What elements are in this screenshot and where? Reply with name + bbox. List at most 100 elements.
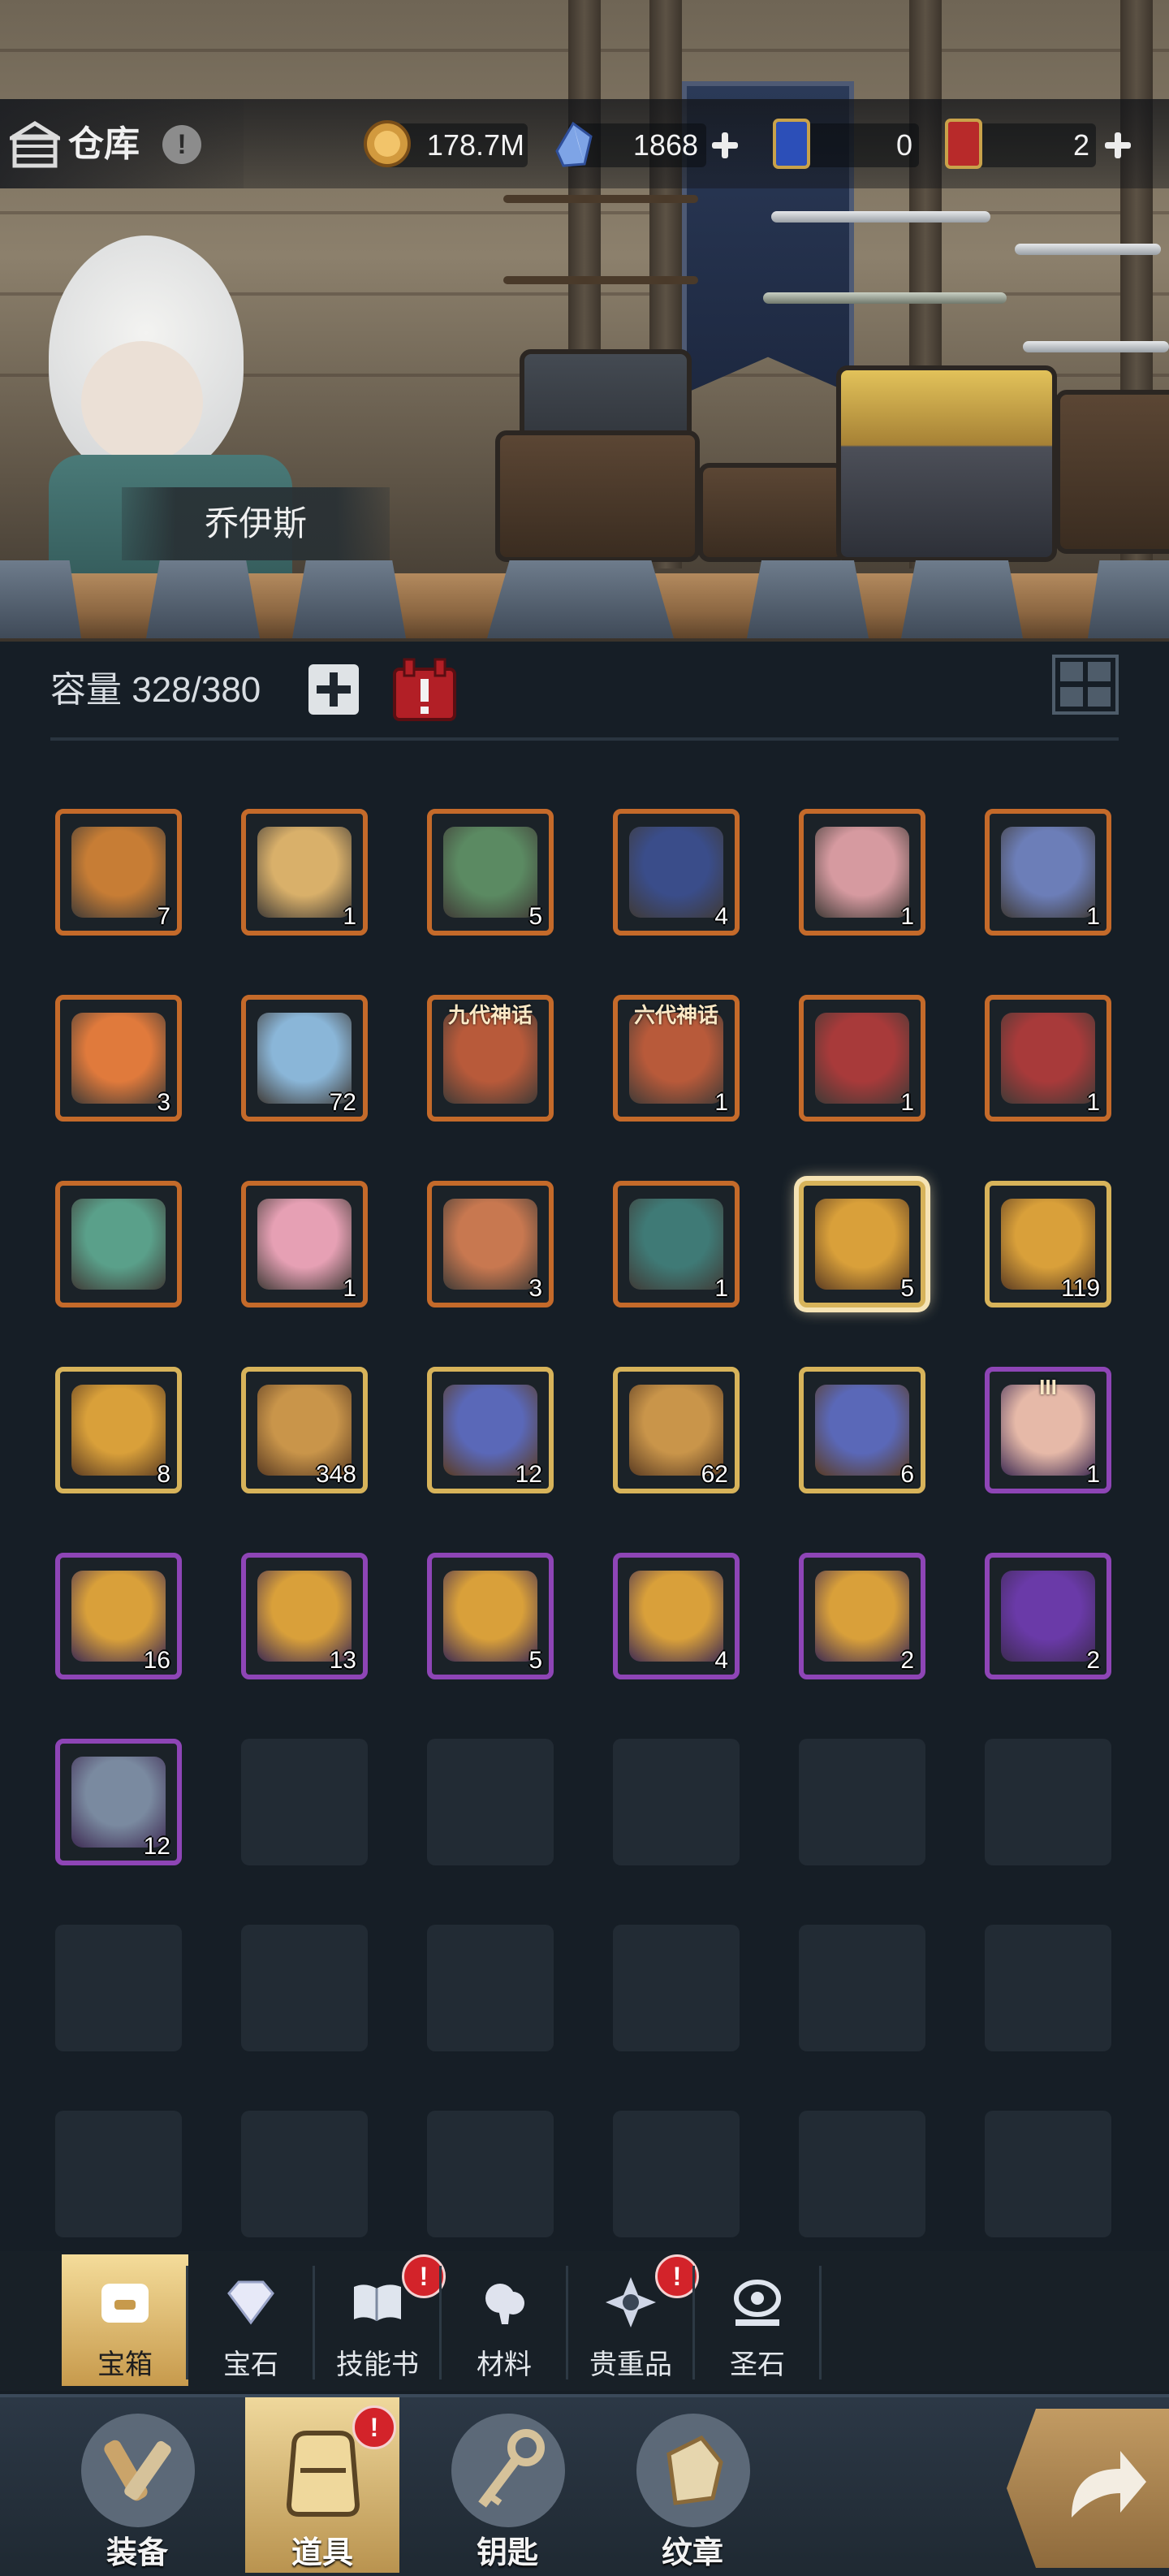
slot-frame	[55, 1925, 182, 2051]
item-count: 1	[343, 903, 356, 930]
item-count: 1	[1086, 1089, 1100, 1116]
slot-frame	[613, 1925, 740, 2051]
inventory-slot[interactable]: 1	[613, 1181, 740, 1307]
grid-view-icon[interactable]	[1052, 655, 1119, 715]
copper-urn-icon	[443, 1199, 537, 1290]
gold-amount: 178.7M	[426, 128, 524, 162]
add-red-ticket-button[interactable]	[1102, 130, 1133, 161]
inventory-slot[interactable]: 119	[985, 1181, 1111, 1307]
purple-crystal-chest-icon	[1001, 1571, 1095, 1662]
inventory-slot[interactable]: 12	[427, 1367, 554, 1493]
tab-material[interactable]: 材料	[441, 2254, 567, 2386]
inventory-slot[interactable]: 16	[55, 1553, 182, 1679]
tab-star-gem[interactable]: 贵重品!	[567, 2254, 699, 2386]
item-count: 4	[714, 1647, 728, 1674]
item-count: 12	[515, 1461, 542, 1488]
inventory-slot[interactable]: 2	[799, 1553, 925, 1679]
info-icon[interactable]: !	[162, 125, 201, 164]
inventory-slot[interactable]	[55, 1181, 182, 1307]
inventory-slot[interactable]: 62	[613, 1367, 740, 1493]
inventory-slot[interactable]: 4	[613, 809, 740, 936]
inventory-slot[interactable]: 1	[241, 1181, 368, 1307]
item-count: 5	[900, 1275, 914, 1302]
nav-label: 钥匙	[476, 2536, 538, 2570]
item-count: 1	[343, 1275, 356, 1302]
inventory-slot[interactable]: 3	[427, 1181, 554, 1307]
item-count: 3	[528, 1275, 542, 1302]
pink-backpack-icon	[257, 1199, 352, 1290]
expand-capacity-button[interactable]	[308, 664, 359, 715]
gold-coin-icon	[364, 120, 411, 167]
item-count: 1	[714, 1275, 728, 1302]
item-label: 六代神话	[633, 1003, 718, 1027]
tab-holy-stone[interactable]: 圣石	[694, 2254, 821, 2386]
nav-key[interactable]: 钥匙	[430, 2397, 584, 2573]
red-chest-b-icon	[1001, 1013, 1095, 1104]
inventory-slot[interactable]: 12	[55, 1739, 182, 1865]
gold-bag-small-icon	[71, 1385, 166, 1476]
moon-chest-icon	[1001, 827, 1095, 918]
slot-frame	[799, 2111, 925, 2237]
chest-icon	[97, 2274, 153, 2331]
inventory-slot[interactable]: 九代神话	[427, 995, 554, 1122]
item-count: 16	[143, 1647, 170, 1674]
bulk-sell-button[interactable]	[388, 656, 461, 723]
item-count: 3	[157, 1089, 170, 1116]
inventory-slot[interactable]: 1	[799, 995, 925, 1122]
item-count: 13	[329, 1647, 356, 1674]
red-ticket-amount: 2	[1072, 128, 1089, 162]
capacity-label: 容量 328/380	[50, 670, 261, 710]
inventory-slot[interactable]: 8	[55, 1367, 182, 1493]
empty-slot	[241, 2111, 368, 2237]
arrow-return-icon	[1072, 2451, 1146, 2518]
inventory-slot[interactable]: 1	[985, 809, 1111, 936]
warehouse-icon	[10, 121, 60, 168]
inventory-slot[interactable]: 5	[799, 1181, 925, 1307]
inventory-slot[interactable]: 348	[241, 1367, 368, 1493]
slot-frame	[241, 1925, 368, 2051]
inventory-slot[interactable]: 7	[55, 809, 182, 936]
tab-chest[interactable]: 宝箱	[62, 2254, 188, 2386]
empty-slot	[427, 1925, 554, 2051]
tab-label: 材料	[477, 2349, 532, 2380]
inventory-slot[interactable]: 6	[799, 1367, 925, 1493]
alert-badge-icon: !	[352, 2405, 396, 2449]
inventory-slot[interactable]: 3	[55, 995, 182, 1122]
inventory-slot[interactable]: III 1	[985, 1367, 1111, 1493]
item-count: 2	[900, 1647, 914, 1674]
item-count: 72	[329, 1089, 356, 1116]
tab-label: 贵重品	[589, 2349, 672, 2380]
nav-equipment[interactable]: 装备	[60, 2397, 214, 2573]
inventory-slot[interactable]: 13	[241, 1553, 368, 1679]
add-crystal-button[interactable]	[710, 130, 740, 161]
empty-slot	[985, 1739, 1111, 1865]
inventory-slot[interactable]: 2	[985, 1553, 1111, 1679]
inventory-slot[interactable]: 1	[985, 995, 1111, 1122]
nav-emblem[interactable]: 纹章	[615, 2397, 770, 2573]
item-count: 1	[900, 903, 914, 930]
hero-name: 乔伊斯	[204, 504, 307, 542]
inventory-slot[interactable]: 4	[613, 1553, 740, 1679]
black-gold-chest-icon	[71, 827, 166, 918]
slot-frame	[241, 2111, 368, 2237]
nav-item-bag[interactable]: 道具!	[245, 2397, 399, 2573]
slot-frame	[241, 1739, 368, 1865]
inventory-slot[interactable]: 72	[241, 995, 368, 1122]
inventory-slot[interactable]: 5	[427, 1553, 554, 1679]
empty-slot	[55, 1925, 182, 2051]
item-count: 62	[701, 1461, 728, 1488]
inventory-slot[interactable]: 1	[241, 809, 368, 936]
slot-frame	[427, 1925, 554, 2051]
blue-ticket-amount: 0	[895, 128, 912, 162]
tab-diamond[interactable]: 宝石	[188, 2254, 314, 2386]
nav-label: 装备	[106, 2536, 168, 2570]
inventory-slot[interactable]: 1	[799, 809, 925, 936]
item-count: 119	[1061, 1275, 1100, 1302]
tab-book[interactable]: 技能书!	[314, 2254, 446, 2386]
cloud-chest-icon	[257, 827, 352, 918]
empty-slot	[799, 1739, 925, 1865]
empty-slot	[613, 2111, 740, 2237]
tab-label: 宝箱	[97, 2349, 153, 2380]
inventory-slot[interactable]: 5	[427, 809, 554, 936]
inventory-slot[interactable]: 六代神话 1	[613, 995, 740, 1122]
